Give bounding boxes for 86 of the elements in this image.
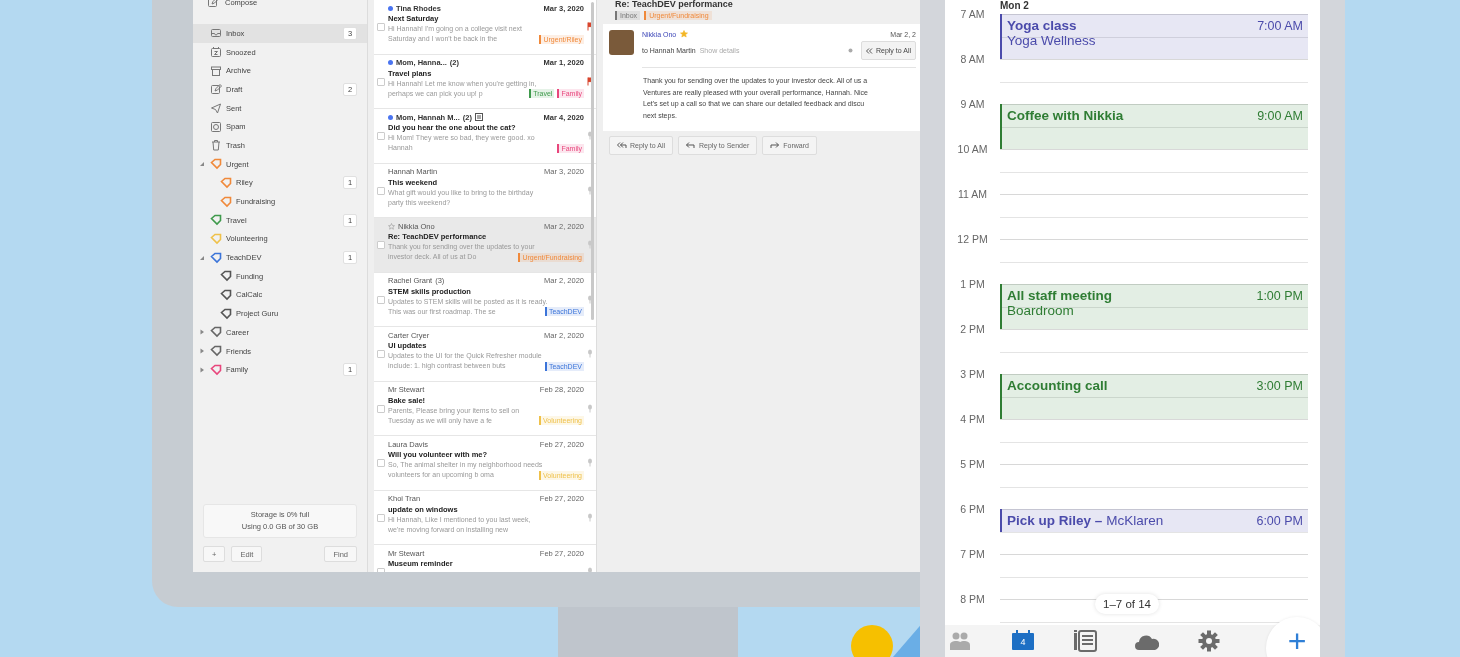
scrollbar[interactable] xyxy=(591,2,594,320)
reply-icon xyxy=(686,142,697,149)
pin-icon[interactable] xyxy=(587,349,593,358)
checkbox[interactable] xyxy=(377,459,385,467)
page-indicator: 1–7 of 14 xyxy=(1095,594,1159,614)
flag-icon[interactable] xyxy=(587,22,593,31)
expand-caret-icon[interactable] xyxy=(199,366,205,373)
date-number: 4 xyxy=(1019,637,1027,647)
checkbox[interactable] xyxy=(377,404,385,413)
hour-label: 10 AM xyxy=(956,142,989,157)
reply-all-icon xyxy=(617,142,627,149)
hour-label: 8 PM xyxy=(959,592,986,607)
inbox-icon xyxy=(210,27,222,40)
pin-icon[interactable] xyxy=(587,294,593,304)
calendar-event[interactable]: Yoga class 7:00 AM Yoga Wellness xyxy=(1000,14,1308,59)
collapse-caret-icon[interactable] xyxy=(199,254,205,261)
dot-icon xyxy=(847,48,853,53)
hour-label: 11 AM xyxy=(957,187,988,202)
calendar-icon xyxy=(1011,630,1035,652)
snoozed-icon xyxy=(210,46,222,59)
message-title: Re: TeachDEV performance xyxy=(614,0,734,9)
forward-icon xyxy=(770,142,781,149)
event-title: Pick up Riley – xyxy=(1007,513,1103,528)
checkbox[interactable] xyxy=(377,295,385,304)
event-title: All staff meeting xyxy=(1007,288,1112,303)
avatar-placeholder xyxy=(609,30,634,55)
calendar-event[interactable]: All staff meeting 1:00 PM Boardroom xyxy=(1000,284,1308,329)
reply-all-icon xyxy=(865,47,874,54)
hour-label: 4 PM xyxy=(959,412,986,427)
checkbox[interactable] xyxy=(377,350,385,358)
star-icon[interactable] xyxy=(388,222,395,230)
hour-label: 12 PM xyxy=(956,232,989,247)
people-tab[interactable] xyxy=(949,630,973,652)
round-decoration xyxy=(851,625,893,657)
pin-icon[interactable] xyxy=(587,512,593,522)
calendar-event[interactable]: Accounting call 3:00 PM xyxy=(1000,374,1308,419)
event-title: Yoga class xyxy=(1007,18,1077,33)
checkbox[interactable] xyxy=(377,513,385,522)
event-time: 9:00 AM xyxy=(1257,109,1303,123)
hour-label: 8 AM xyxy=(959,52,986,67)
event-location: Boardroom xyxy=(1007,303,1075,318)
event-title: Accounting call xyxy=(1007,378,1108,393)
draft-icon xyxy=(210,83,222,96)
checkbox[interactable] xyxy=(377,23,385,31)
notes-tab[interactable] xyxy=(1073,630,1097,652)
hour-label: 7 PM xyxy=(959,547,986,562)
event-location: McKlaren xyxy=(1106,513,1164,528)
pin-icon[interactable] xyxy=(587,458,593,467)
pin-icon[interactable] xyxy=(587,131,593,140)
calendar-event[interactable]: Pick up Riley – McKlaren 6:00 PM xyxy=(1000,509,1308,532)
checkbox[interactable] xyxy=(377,77,385,86)
flag-icon[interactable] xyxy=(587,76,593,86)
spam-icon xyxy=(210,120,222,133)
archive-icon xyxy=(210,64,222,77)
checkbox[interactable] xyxy=(377,241,385,249)
event-location: Yoga Wellness xyxy=(1007,33,1097,48)
hour-label: 7 AM xyxy=(959,7,986,22)
calendar-tab[interactable]: 4 xyxy=(1011,630,1035,652)
calendar-event[interactable]: Coffee with Nikkia 9:00 AM xyxy=(1000,104,1308,149)
pin-icon[interactable] xyxy=(587,240,593,249)
pin-icon[interactable] xyxy=(587,403,593,413)
hour-label: 3 PM xyxy=(959,367,986,382)
settings-icon xyxy=(1197,630,1221,652)
people-icon xyxy=(949,630,973,652)
filled-star-icon[interactable] xyxy=(680,30,689,38)
hour-label: 6 PM xyxy=(959,502,986,517)
hour-label: 9 AM xyxy=(959,97,986,112)
expand-caret-icon[interactable] xyxy=(199,329,205,336)
add-button[interactable]: + xyxy=(1266,617,1320,657)
pin-icon[interactable] xyxy=(587,185,593,195)
checkbox[interactable] xyxy=(377,132,385,140)
event-time: 7:00 AM xyxy=(1257,19,1303,33)
event-time: 6:00 PM xyxy=(1256,514,1303,528)
event-time: 1:00 PM xyxy=(1256,289,1303,303)
sent-icon xyxy=(210,102,222,115)
expand-caret-icon[interactable] xyxy=(199,348,205,355)
settings-tab[interactable] xyxy=(1197,630,1221,652)
checkbox[interactable] xyxy=(377,186,385,195)
collapse-caret-icon[interactable] xyxy=(199,161,205,168)
trash-icon xyxy=(210,139,222,152)
notes-icon xyxy=(1073,630,1097,652)
hour-label: 1 PM xyxy=(959,277,986,292)
event-time: 3:00 PM xyxy=(1256,379,1303,393)
hour-label: 5 PM xyxy=(959,457,986,472)
hour-label: 2 PM xyxy=(959,322,986,337)
event-title: Coffee with Nikkia xyxy=(1007,108,1124,123)
